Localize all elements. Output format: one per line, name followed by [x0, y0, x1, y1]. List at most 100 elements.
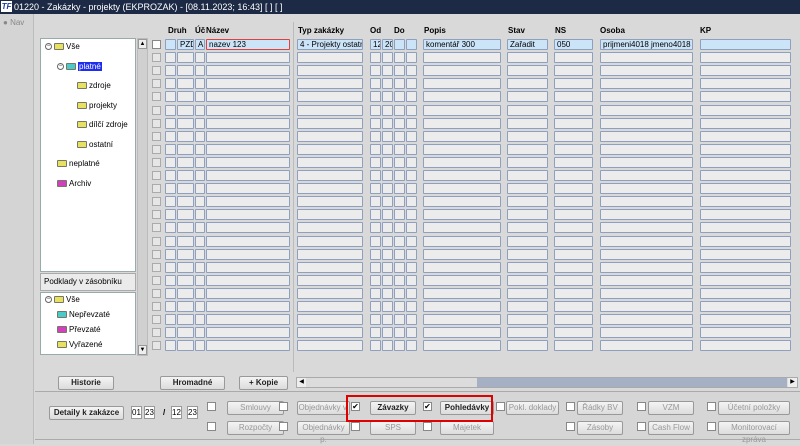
cell-kp[interactable]	[700, 301, 791, 312]
cell-druh[interactable]	[177, 183, 194, 195]
cell-typ[interactable]	[297, 209, 363, 221]
from-month-input[interactable]: 01	[131, 406, 142, 419]
cell-do2[interactable]	[406, 248, 417, 260]
cell-od1[interactable]	[370, 287, 381, 299]
row-checkbox[interactable]	[152, 249, 161, 259]
cell-do2[interactable]	[406, 130, 417, 142]
cell-typ[interactable]	[297, 274, 363, 286]
cell-uc[interactable]	[195, 261, 205, 273]
tree-item[interactable]: Převzaté	[57, 325, 101, 334]
option-checkbox[interactable]	[637, 402, 646, 411]
cell-typ[interactable]	[297, 314, 363, 326]
cell-uc[interactable]	[195, 52, 205, 64]
cell-popis[interactable]	[423, 209, 501, 221]
option-checkbox[interactable]	[351, 422, 360, 431]
cell-kp[interactable]	[700, 287, 791, 299]
cell-stav[interactable]	[507, 287, 548, 299]
cell-druh[interactable]	[177, 52, 194, 64]
cell-stav[interactable]	[507, 261, 548, 273]
cell-druh[interactable]	[177, 196, 194, 208]
header-popis[interactable]: Popis	[424, 26, 446, 35]
cell-popis[interactable]	[423, 78, 501, 90]
cell-ns[interactable]	[554, 143, 593, 155]
option-checkbox[interactable]	[496, 402, 505, 411]
cell-do1[interactable]	[394, 170, 405, 181]
collapse-icon[interactable]: −	[45, 43, 52, 50]
cell-stav[interactable]	[507, 274, 548, 286]
cell-osoba[interactable]	[600, 52, 693, 64]
row-indicator-cell[interactable]	[165, 287, 176, 299]
cell-od1[interactable]	[370, 327, 381, 339]
cell-druh[interactable]	[177, 143, 194, 155]
row-checkbox[interactable]	[152, 118, 161, 128]
cell-popis[interactable]	[423, 327, 501, 339]
cell-od1[interactable]	[370, 196, 381, 208]
cell-druh[interactable]	[177, 65, 194, 77]
row-checkbox[interactable]	[152, 131, 161, 141]
cell-od1[interactable]	[370, 130, 381, 142]
cell-ns[interactable]	[554, 91, 593, 103]
cell-kp[interactable]	[700, 196, 791, 208]
option-checkbox[interactable]	[279, 402, 288, 411]
cell-uc[interactable]	[195, 209, 205, 221]
cell-od1[interactable]	[370, 222, 381, 234]
row-indicator-cell[interactable]	[165, 78, 176, 90]
cell-uc[interactable]: A	[195, 39, 205, 50]
cell-od2[interactable]	[382, 261, 393, 273]
cell-nazev[interactable]	[206, 78, 290, 90]
cell-kp[interactable]	[700, 170, 791, 181]
cell-druh[interactable]	[177, 301, 194, 312]
cell-typ[interactable]	[297, 222, 363, 234]
option-button-8[interactable]: Rozpočty	[227, 421, 284, 435]
cell-kp[interactable]	[700, 130, 791, 142]
cell-uc[interactable]	[195, 143, 205, 155]
cell-kp[interactable]	[700, 117, 791, 129]
cell-do2[interactable]	[406, 156, 417, 168]
cell-do2[interactable]	[406, 196, 417, 208]
row-checkbox[interactable]	[152, 262, 161, 272]
cell-osoba[interactable]	[600, 170, 693, 181]
cell-druh[interactable]	[177, 340, 194, 352]
cell-nazev[interactable]	[206, 91, 290, 103]
cell-druh[interactable]	[177, 261, 194, 273]
cell-ns[interactable]	[554, 301, 593, 312]
cell-druh[interactable]	[177, 170, 194, 181]
row-checkbox[interactable]	[152, 92, 161, 102]
row-indicator-cell[interactable]	[165, 130, 176, 142]
cell-do2[interactable]	[406, 52, 417, 64]
cell-popis[interactable]	[423, 196, 501, 208]
kopie-button[interactable]: + Kopie	[239, 376, 288, 390]
cell-kp[interactable]	[700, 222, 791, 234]
cell-uc[interactable]	[195, 104, 205, 116]
cell-ns[interactable]	[554, 235, 593, 247]
cell-uc[interactable]	[195, 287, 205, 299]
historie-button[interactable]: Historie	[58, 376, 114, 390]
tree-item[interactable]: − platné	[57, 61, 102, 71]
row-indicator-cell[interactable]	[165, 314, 176, 326]
cell-popis[interactable]	[423, 183, 501, 195]
cell-od2[interactable]	[382, 52, 393, 64]
horizontal-scrollbar[interactable]: ◀ ▶	[296, 377, 798, 388]
cell-od1[interactable]	[370, 52, 381, 64]
cell-popis[interactable]	[423, 117, 501, 129]
cell-druh[interactable]: PZD	[177, 39, 194, 50]
scrollbar-thumb[interactable]	[477, 378, 787, 387]
cell-typ[interactable]	[297, 301, 363, 312]
cell-kp[interactable]	[700, 39, 791, 50]
cell-typ[interactable]	[297, 327, 363, 339]
cell-stav[interactable]	[507, 222, 548, 234]
cell-nazev[interactable]	[206, 287, 290, 299]
cell-druh[interactable]	[177, 156, 194, 168]
cell-stav[interactable]	[507, 78, 548, 90]
cell-kp[interactable]	[700, 340, 791, 352]
row-checkbox[interactable]	[152, 53, 161, 63]
cell-od1[interactable]	[370, 104, 381, 116]
cell-nazev[interactable]	[206, 248, 290, 260]
cell-stav[interactable]	[507, 143, 548, 155]
option-button-9[interactable]: Objednávky p.	[297, 421, 350, 444]
cell-kp[interactable]	[700, 65, 791, 77]
header-stav[interactable]: Stav	[508, 26, 525, 35]
cell-druh[interactable]	[177, 287, 194, 299]
cell-ns[interactable]	[554, 52, 593, 64]
cell-nazev[interactable]	[206, 130, 290, 142]
